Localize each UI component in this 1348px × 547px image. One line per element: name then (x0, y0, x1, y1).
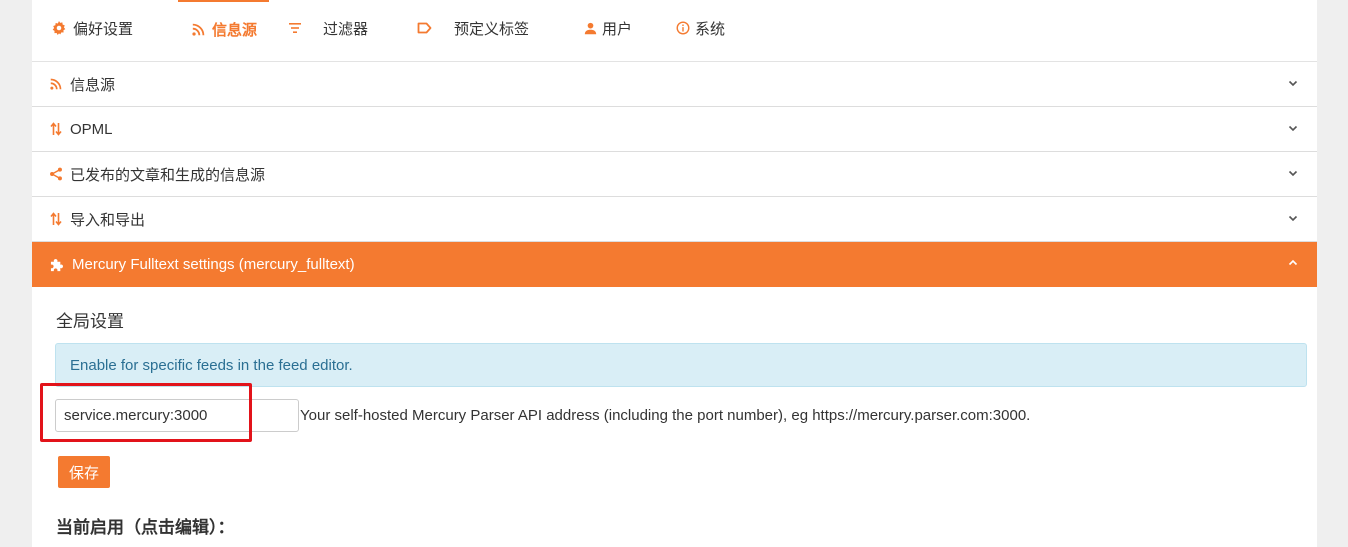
section-published[interactable]: 已发布的文章和生成的信息源 (32, 152, 1317, 197)
section-label: 已发布的文章和生成的信息源 (70, 166, 266, 184)
section-label: Mercury Fulltext settings (mercury_fullt… (72, 256, 355, 273)
tab-label: 系统 (695, 20, 726, 38)
save-button[interactable]: 保存 (58, 456, 110, 488)
section-label: 导入和导出 (70, 211, 146, 229)
preferences-panel: 偏好设置 信息源 过滤器 预定义标签 用户 系统 信息源 OPML 已发布的文章… (32, 0, 1317, 547)
section-label: 信息源 (70, 76, 116, 94)
tab-feeds[interactable]: 信息源 (178, 0, 270, 56)
tab-bar: 偏好设置 信息源 过滤器 预定义标签 用户 系统 (32, 0, 1317, 62)
api-address-help: Your self-hosted Mercury Parser API addr… (300, 407, 1031, 424)
info-icon (675, 20, 691, 36)
alert-text: Enable for specific feeds in the feed ed… (70, 356, 353, 374)
chevron-down-icon (1288, 125, 1298, 132)
tab-label: 预定义标签 (454, 20, 530, 38)
rss-icon (48, 76, 64, 92)
import-export-icon (48, 121, 64, 137)
gear-icon (51, 20, 67, 36)
section-label: OPML (70, 120, 113, 138)
chevron-down-icon (1288, 80, 1298, 87)
chevron-down-icon (1288, 170, 1298, 177)
global-settings-title: 全局设置 (56, 312, 124, 331)
label-icon (416, 20, 432, 36)
section-import-export[interactable]: 导入和导出 (32, 197, 1317, 242)
import-export-icon (48, 211, 64, 227)
tab-label: 偏好设置 (73, 20, 134, 38)
api-address-row: Your self-hosted Mercury Parser API addr… (55, 399, 1030, 432)
section-feeds[interactable]: 信息源 (32, 62, 1317, 107)
tab-filters[interactable]: 过滤器 (287, 0, 368, 56)
rss-icon (190, 21, 206, 37)
tab-preferences[interactable]: 偏好设置 (51, 0, 133, 56)
section-mercury-fulltext[interactable]: Mercury Fulltext settings (mercury_fullt… (32, 242, 1317, 287)
section-opml[interactable]: OPML (32, 107, 1317, 152)
tab-users[interactable]: 用户 (582, 0, 632, 56)
user-icon (582, 20, 598, 36)
chevron-down-icon (1288, 215, 1298, 222)
mercury-api-address-input[interactable] (55, 399, 299, 432)
tab-label: 信息源 (212, 21, 258, 39)
chevron-up-icon (1288, 259, 1298, 266)
currently-enabled-title: 当前启用（点击编辑）： (56, 518, 235, 537)
tab-label: 用户 (602, 20, 633, 38)
filter-icon (287, 20, 303, 36)
tab-system[interactable]: 系统 (675, 0, 725, 56)
puzzle-icon (48, 257, 66, 273)
tab-labels[interactable]: 预定义标签 (416, 0, 529, 56)
tab-label: 过滤器 (323, 20, 369, 38)
share-icon (48, 166, 64, 182)
info-alert: Enable for specific feeds in the feed ed… (55, 343, 1307, 387)
